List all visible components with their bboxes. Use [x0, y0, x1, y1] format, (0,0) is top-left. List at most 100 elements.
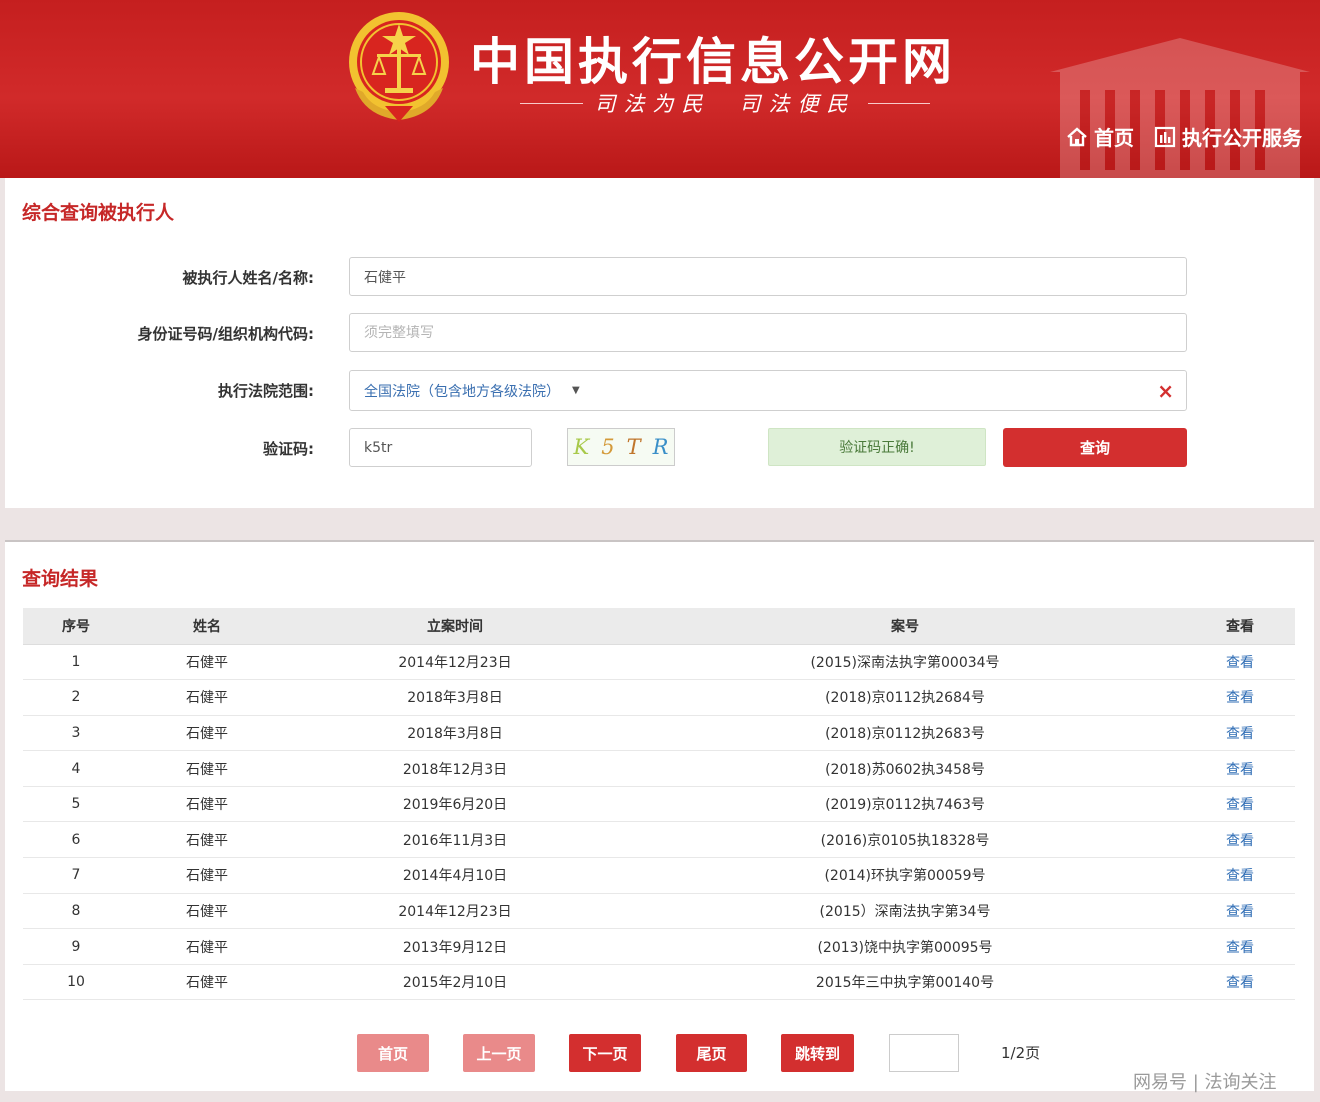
cell-no: 7: [23, 857, 129, 894]
cell-view: 查看: [1185, 821, 1295, 859]
view-link[interactable]: 查看: [1226, 797, 1254, 813]
cell-case: 2015年三中执字第00140号: [625, 964, 1185, 1001]
page-number-input[interactable]: [889, 1034, 959, 1072]
chart-icon: [1154, 126, 1176, 147]
table-row: 3 石健平 2018年3月8日 (2018)京0112执2683号 查看: [23, 715, 1295, 752]
slogan: 司法为民 司法便民: [520, 88, 930, 118]
view-link[interactable]: 查看: [1226, 690, 1254, 706]
cell-case: (2015)深南法执字第00034号: [625, 644, 1185, 681]
results-table: 序号 姓名 立案时间 案号 查看 1 石健平 2014年12月23日 (2015)深南…: [23, 608, 1295, 1001]
home-icon: [1067, 126, 1087, 146]
cell-name: 石健平: [129, 964, 285, 1001]
col-header-view: 查看: [1185, 608, 1295, 645]
cell-date: 2018年12月3日: [285, 750, 625, 787]
col-header-name: 姓名: [129, 608, 285, 645]
cell-name: 石健平: [129, 786, 285, 823]
cell-case: (2014)环执字第00059号: [625, 857, 1185, 894]
cell-date: 2019年6月20日: [285, 786, 625, 823]
clear-icon[interactable]: ×: [1157, 379, 1174, 403]
court-select-value: 全国法院（包含地方各级法院）: [364, 383, 560, 400]
table-row: 4 石健平 2018年12月3日 (2018)苏0602执3458号 查看: [23, 750, 1295, 787]
view-link[interactable]: 查看: [1226, 975, 1254, 991]
name-label: 被执行人姓名/名称:: [182, 269, 314, 287]
col-header-date: 立案时间: [285, 608, 625, 645]
cell-no: 2: [23, 679, 129, 716]
captcha-image[interactable]: K 5 T R: [567, 428, 675, 466]
cell-name: 石健平: [129, 750, 285, 787]
cell-name: 石健平: [129, 857, 285, 894]
cell-case: (2018)京0112执2684号: [625, 679, 1185, 716]
view-link[interactable]: 查看: [1226, 762, 1254, 778]
cell-view: 查看: [1185, 786, 1295, 823]
cell-date: 2014年12月23日: [285, 893, 625, 930]
cell-view: 查看: [1185, 644, 1295, 681]
view-link[interactable]: 查看: [1226, 868, 1254, 884]
cell-view: 查看: [1185, 893, 1295, 930]
cell-no: 9: [23, 928, 129, 965]
view-link[interactable]: 查看: [1226, 940, 1254, 956]
results-panel: 查询结果 序号 姓名 立案时间 案号 查看 1 石健平 2014年12月23日 (20…: [5, 540, 1314, 1093]
site-title: 中国执行信息公开网: [470, 32, 956, 91]
captcha-field[interactable]: [349, 428, 532, 467]
cell-no: 6: [23, 821, 129, 859]
cell-view: 查看: [1185, 715, 1295, 752]
table-row: 9 石健平 2013年9月12日 (2013)饶中执字第00095号 查看: [23, 928, 1295, 965]
cell-view: 查看: [1185, 679, 1295, 716]
cell-no: 8: [23, 893, 129, 930]
cell-no: 4: [23, 750, 129, 787]
cell-view: 查看: [1185, 928, 1295, 965]
table-row: 7 石健平 2014年4月10日 (2014)环执字第00059号 查看: [23, 857, 1295, 894]
query-button[interactable]: 查询: [1003, 428, 1187, 467]
cell-view: 查看: [1185, 750, 1295, 787]
col-header-no: 序号: [23, 608, 129, 645]
captcha-char: 5: [601, 435, 615, 459]
cell-name: 石健平: [129, 893, 285, 930]
cell-date: 2014年4月10日: [285, 857, 625, 894]
view-link[interactable]: 查看: [1226, 726, 1254, 742]
cell-no: 10: [23, 964, 129, 1001]
prev-page-button[interactable]: 上一页: [463, 1034, 535, 1072]
slogan-text: 司法为民 司法便民: [594, 92, 856, 116]
id-input[interactable]: [364, 324, 1172, 341]
cell-view: 查看: [1185, 964, 1295, 1001]
captcha-char: T: [626, 435, 641, 459]
id-field[interactable]: [349, 313, 1187, 352]
cell-name: 石健平: [129, 715, 285, 752]
table-row: 6 石健平 2016年11月3日 (2016)京0105执18328号 查看: [23, 821, 1295, 859]
results-title: 查询结果: [22, 568, 99, 590]
view-link[interactable]: 查看: [1226, 655, 1254, 671]
cell-case: (2015）深南法执字第34号: [625, 893, 1185, 930]
table-row: 10 石健平 2015年2月10日 2015年三中执字第00140号 查看: [23, 964, 1295, 1001]
slogan-line-right: [867, 102, 930, 104]
query-panel: 综合查询被执行人 被执行人姓名/名称: 身份证号码/组织机构代码: 执行法院范围…: [5, 178, 1314, 508]
id-label: 身份证号码/组织机构代码:: [137, 325, 314, 343]
page-info: 1/2页: [1001, 1044, 1041, 1062]
next-page-button[interactable]: 下一页: [569, 1034, 641, 1072]
name-input[interactable]: [364, 268, 1172, 285]
nav-execution-services[interactable]: 执行公开服务: [1154, 122, 1302, 151]
cell-no: 1: [23, 644, 129, 681]
cell-name: 石健平: [129, 644, 285, 681]
court-label: 执行法院范围:: [218, 382, 314, 400]
court-emblem-logo: [349, 12, 449, 122]
cell-date: 2018年3月8日: [285, 679, 625, 716]
captcha-input[interactable]: [364, 439, 517, 456]
cell-name: 石健平: [129, 821, 285, 859]
building-illustration: [1050, 38, 1310, 178]
last-page-button[interactable]: 尾页: [676, 1034, 747, 1072]
cell-date: 2014年12月23日: [285, 644, 625, 681]
col-header-case: 案号: [625, 608, 1185, 645]
captcha-char: R: [652, 435, 669, 459]
view-link[interactable]: 查看: [1226, 904, 1254, 920]
cell-name: 石健平: [129, 928, 285, 965]
table-row: 2 石健平 2018年3月8日 (2018)京0112执2684号 查看: [23, 679, 1295, 716]
captcha-label: 验证码:: [263, 440, 314, 458]
name-field[interactable]: [349, 257, 1187, 296]
view-link[interactable]: 查看: [1226, 833, 1254, 849]
cell-case: (2013)饶中执字第00095号: [625, 928, 1185, 965]
first-page-button[interactable]: 首页: [357, 1034, 429, 1072]
jump-button[interactable]: 跳转到: [781, 1034, 854, 1072]
nav-home[interactable]: 首页: [1066, 122, 1134, 151]
slogan-line-left: [520, 102, 583, 104]
court-select[interactable]: 全国法院（包含地方各级法院） ▼ ×: [349, 370, 1187, 411]
